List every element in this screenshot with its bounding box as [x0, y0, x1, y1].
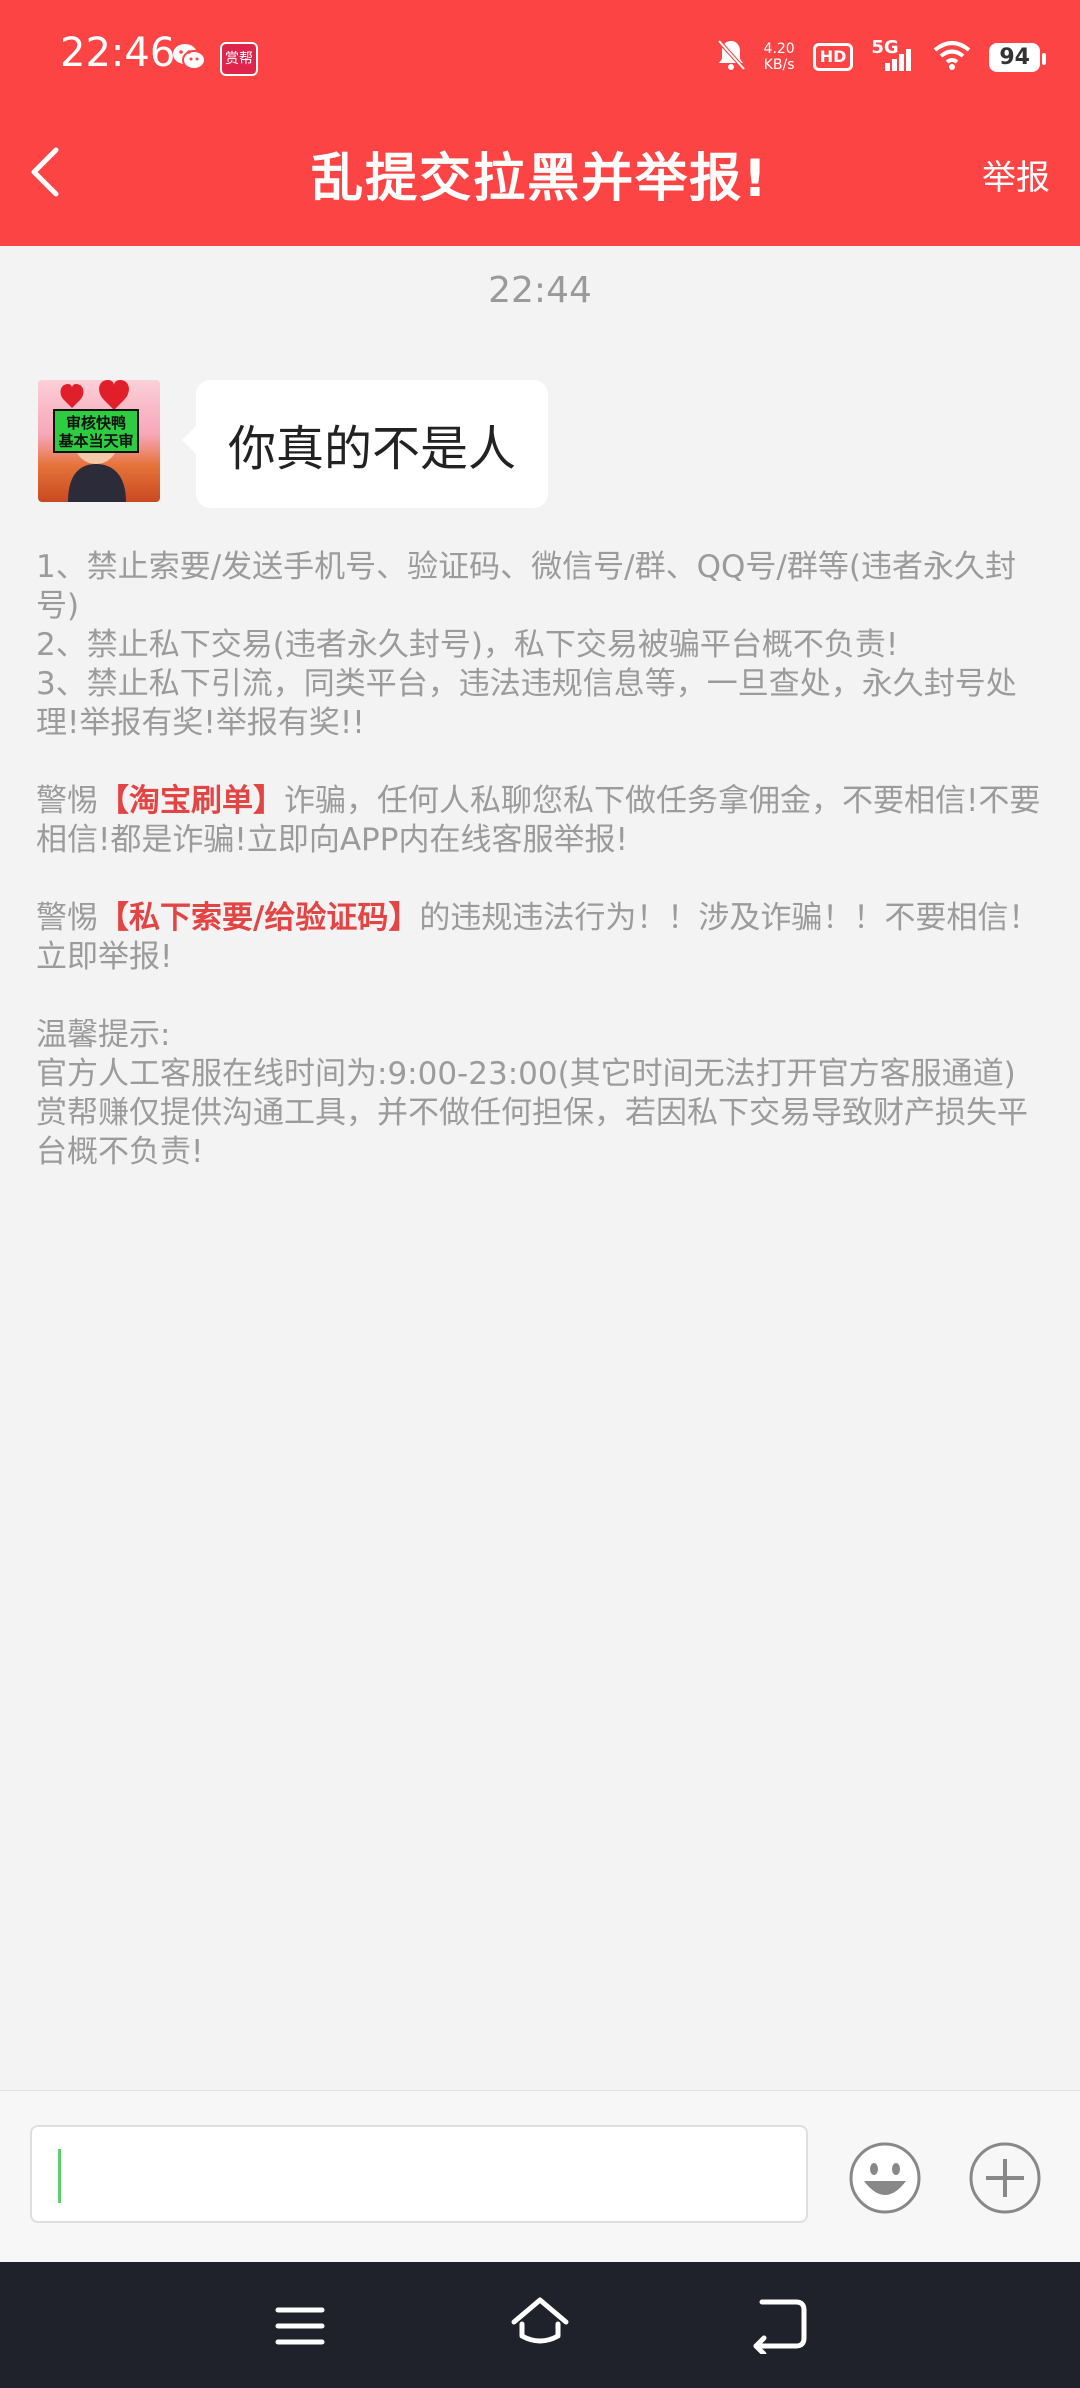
svg-text:审核快鸭: 审核快鸭	[66, 414, 126, 432]
svg-text:基本当天审: 基本当天审	[57, 432, 133, 450]
chat-timestamp: 22:44	[488, 270, 592, 311]
rule-3: 3、禁止私下引流，同类平台，违法违规信息等，一旦查处，永久封号处理!举报有奖!举…	[36, 666, 1017, 741]
wifi-icon	[933, 40, 971, 74]
rules-notice: 1、禁止索要/发送手机号、验证码、微信号/群、QQ号/群等(违者永久封号) 2、…	[36, 548, 1046, 1172]
warning-highlight: 【淘宝刷单】	[98, 783, 284, 819]
rule-2: 2、禁止私下交易(违者永久封号)，私下交易被骗平台概不负责!	[36, 627, 899, 663]
warning-code: 警惕【私下索要/给验证码】的违规违法行为！！涉及诈骗！！不要相信！立即举报!	[36, 900, 1040, 975]
tip-title: 温馨提示:	[36, 1017, 171, 1053]
warning-highlight: 【私下索要/给验证码】	[98, 900, 420, 936]
home-icon[interactable]	[508, 2292, 572, 2356]
warning-taobao: 警惕【淘宝刷单】诈骗，任何人私聊您私下做任务拿佣金，不要相信!不要相信!都是诈骗…	[36, 783, 1041, 858]
battery-icon: 94	[989, 42, 1046, 72]
system-nav-bar	[0, 2262, 1080, 2388]
avatar[interactable]: 审核快鸭 基本当天审	[38, 380, 160, 502]
tip-disclaimer: 赏帮赚仅提供沟通工具，并不做任何担保，若因私下交易导致财产损失平台概不负责!	[36, 1095, 1028, 1170]
tip-service-hours: 官方人工客服在线时间为:9:00-23:00(其它时间无法打开官方客服通道)	[36, 1056, 1016, 1092]
text-caret	[58, 2149, 61, 2203]
hd-icon: HD	[812, 43, 854, 71]
plus-icon	[969, 2142, 1041, 2214]
notification-icons: 赏帮	[172, 42, 258, 76]
app-badge-icon: 赏帮	[220, 42, 258, 76]
more-button[interactable]	[968, 2141, 1042, 2215]
emoji-icon	[849, 2142, 921, 2214]
wechat-icon	[172, 42, 206, 70]
rule-1: 1、禁止索要/发送手机号、验证码、微信号/群、QQ号/群等(违者永久封号)	[36, 549, 1016, 624]
mute-bell-icon	[716, 38, 746, 76]
emoji-button[interactable]	[848, 2141, 922, 2215]
message-input[interactable]	[30, 2125, 808, 2223]
page-title: 乱提交拉黑并举报!	[311, 149, 769, 209]
status-time: 22:46	[60, 30, 176, 76]
input-bar	[0, 2090, 1080, 2263]
chat-header: 乱提交拉黑并举报! 举报	[0, 98, 1080, 246]
signal-icon: 5G	[871, 37, 915, 73]
report-button[interactable]: 举报	[982, 150, 1050, 199]
status-bar: 22:46 赏帮 4.20 KB/s HD 5G 94	[0, 0, 1080, 98]
system-icons: 4.20 KB/s HD 5G 94	[716, 37, 1046, 76]
back-icon[interactable]	[748, 2294, 812, 2357]
message-bubble[interactable]: 你真的不是人	[181, 380, 549, 508]
network-rate: 4.20 KB/s	[763, 41, 795, 73]
menu-icon[interactable]	[270, 2298, 330, 2354]
